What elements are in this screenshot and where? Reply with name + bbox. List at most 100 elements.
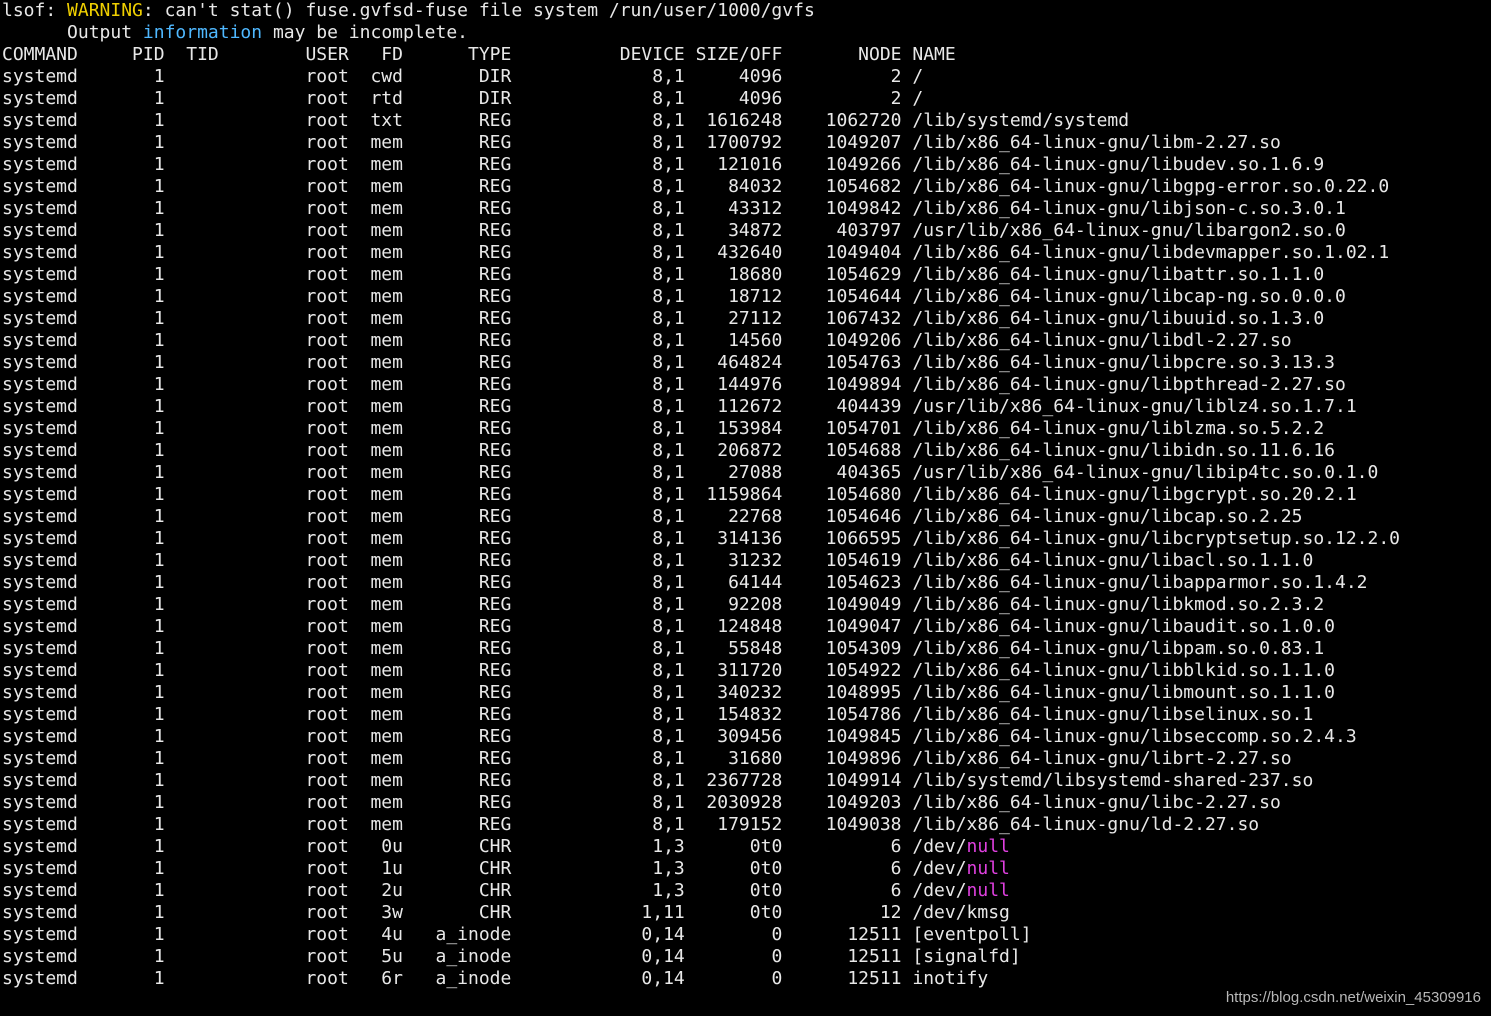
cell-command: systemd (2, 616, 111, 637)
cell-command: systemd (2, 704, 111, 725)
cell-command: systemd (2, 440, 111, 461)
cell-type: REG (402, 286, 512, 307)
cell-size-off: 1616248 (684, 110, 783, 131)
cell-tid (165, 330, 219, 351)
cell-tid (165, 858, 219, 879)
cell-tid (165, 682, 219, 703)
cell-size-off: 179152 (684, 814, 783, 835)
cell-tid (165, 726, 219, 747)
cell-pid: 1 (110, 396, 165, 417)
cell-tid (165, 528, 219, 549)
terminal-output[interactable]: lsof: WARNING: can't stat() fuse.gvfsd-f… (2, 0, 1491, 990)
cell-device: 8,1 (511, 132, 685, 153)
cell-type: REG (402, 770, 512, 791)
cell-name: /lib/x86_64-linux-gnu/libkmod.so.2.3.2 (901, 594, 1325, 615)
cell-fd: 6r (348, 968, 403, 989)
cell-node: 1054680 (782, 484, 902, 505)
cell-device: 8,1 (511, 704, 685, 725)
cell-node: 2 (782, 88, 902, 109)
cell-user: root (218, 66, 349, 87)
cell-size-off: 84032 (684, 176, 783, 197)
cell-fd: mem (348, 330, 403, 351)
cell-node: 1054682 (782, 176, 902, 197)
cell-type: DIR (402, 88, 512, 109)
cell-type: REG (402, 660, 512, 681)
cell-pid: 1 (110, 858, 165, 879)
cell-node: 1049266 (782, 154, 902, 175)
cell-size-off: 18712 (684, 286, 783, 307)
cell-name: /dev/null (901, 836, 1010, 857)
cell-tid (165, 352, 219, 373)
lsof-row: systemd 1 root mem REG 8,1 309456 104984… (2, 726, 1491, 748)
cell-command: systemd (2, 528, 111, 549)
cell-tid (165, 616, 219, 637)
cell-node: 1049845 (782, 726, 902, 747)
cell-size-off: 18680 (684, 264, 783, 285)
cell-name: /lib/x86_64-linux-gnu/libpam.so.0.83.1 (901, 638, 1325, 659)
cell-pid: 1 (110, 220, 165, 241)
cell-type: REG (402, 220, 512, 241)
cell-tid (165, 154, 219, 175)
cell-size-off: 0t0 (684, 880, 783, 901)
cell-command: systemd (2, 110, 111, 131)
cell-node: 1054309 (782, 638, 902, 659)
cell-fd: txt (348, 110, 403, 131)
cell-command: systemd (2, 902, 111, 923)
cell-command: systemd (2, 682, 111, 703)
cell-size-off: 153984 (684, 418, 783, 439)
cell-size-off: 27112 (684, 308, 783, 329)
cell-device: 8,1 (511, 198, 685, 219)
cell-fd: 0u (348, 836, 403, 857)
cell-size-off: 124848 (684, 616, 783, 637)
cell-command: systemd (2, 176, 111, 197)
cell-name: /lib/x86_64-linux-gnu/libdevmapper.so.1.… (901, 242, 1390, 263)
cell-name: /lib/x86_64-linux-gnu/libdl-2.27.so (901, 330, 1292, 351)
cell-device: 1,3 (511, 880, 685, 901)
cell-pid: 1 (110, 352, 165, 373)
cell-size-off: 14560 (684, 330, 783, 351)
cell-command: systemd (2, 748, 111, 769)
cell-node: 1049894 (782, 374, 902, 395)
cell-pid: 1 (110, 88, 165, 109)
cell-user: root (218, 814, 349, 835)
cell-tid (165, 374, 219, 395)
cell-name: /dev/null (901, 858, 1010, 879)
cell-name: /lib/systemd/libsystemd-shared-237.so (901, 770, 1314, 791)
null-highlight: null (966, 858, 1010, 879)
cell-device: 8,1 (511, 748, 685, 769)
cell-command: systemd (2, 770, 111, 791)
cell-type: REG (402, 264, 512, 285)
warning-message: : can't stat() fuse.gvfsd-fuse file syst… (142, 0, 815, 21)
cell-type: CHR (402, 902, 512, 923)
cell-fd: mem (348, 572, 403, 593)
cell-node: 1066595 (782, 528, 902, 549)
cell-command: systemd (2, 374, 111, 395)
cell-type: REG (402, 418, 512, 439)
cell-tid (165, 88, 219, 109)
cell-name: /lib/x86_64-linux-gnu/libc-2.27.so (901, 792, 1281, 813)
cell-pid: 1 (110, 264, 165, 285)
cell-type: REG (402, 550, 512, 571)
lsof-row: systemd 1 root mem REG 8,1 314136 106659… (2, 528, 1491, 550)
lsof-row: systemd 1 root mem REG 8,1 31680 1049896… (2, 748, 1491, 770)
cell-pid: 1 (110, 924, 165, 945)
lsof-row: systemd 1 root mem REG 8,1 432640 104940… (2, 242, 1491, 264)
cell-pid: 1 (110, 550, 165, 571)
lsof-row: systemd 1 root mem REG 8,1 22768 1054646… (2, 506, 1491, 528)
cell-command: systemd (2, 858, 111, 879)
cell-user: root (218, 902, 349, 923)
cell-command: systemd (2, 924, 111, 945)
cell-tid (165, 660, 219, 681)
cell-node: 1054629 (782, 264, 902, 285)
cell-command: systemd (2, 660, 111, 681)
warning-word: WARNING (67, 0, 143, 21)
lsof-row: systemd 1 root mem REG 8,1 55848 1054309… (2, 638, 1491, 660)
cell-pid: 1 (110, 132, 165, 153)
cell-node: 1067432 (782, 308, 902, 329)
cell-user: root (218, 682, 349, 703)
cell-node: 1054623 (782, 572, 902, 593)
cell-fd: 1u (348, 858, 403, 879)
cell-type: a_inode (402, 924, 512, 945)
cell-type: REG (402, 242, 512, 263)
cell-type: REG (402, 506, 512, 527)
